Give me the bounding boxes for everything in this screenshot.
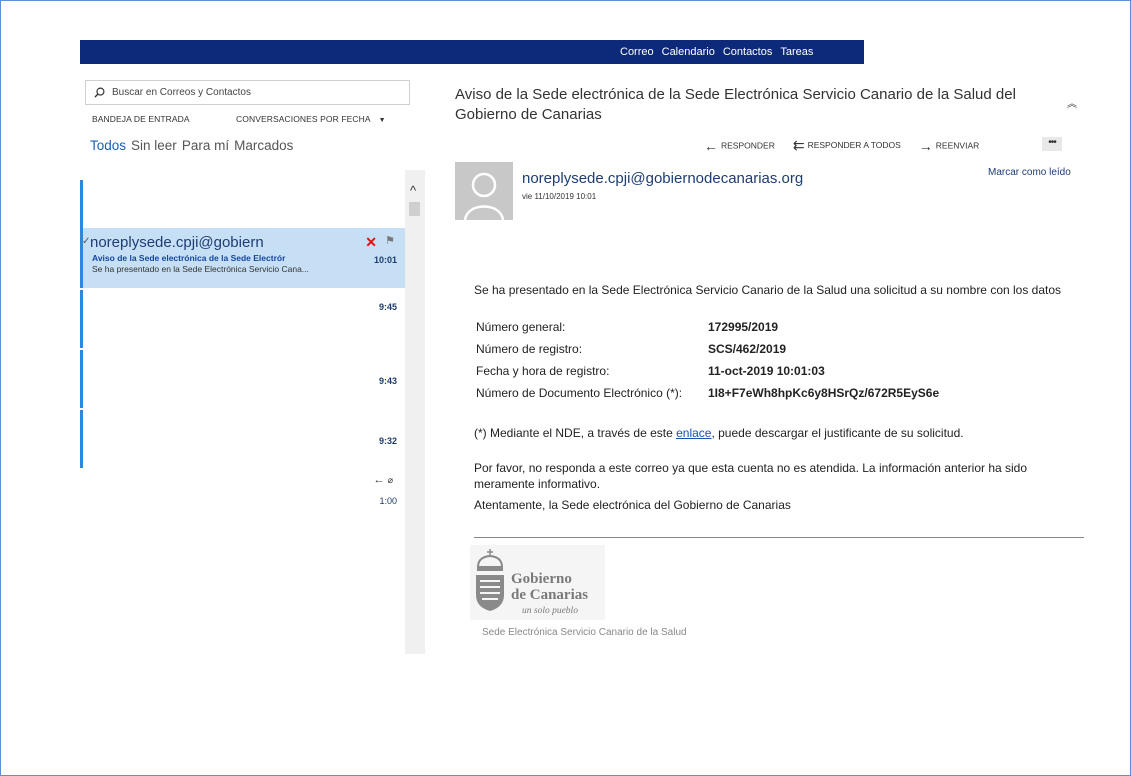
folder-name: BANDEJA DE ENTRADA — [92, 114, 190, 124]
message-intro: Se ha presentado en la Sede Electrónica … — [474, 283, 1062, 297]
person-icon — [463, 172, 505, 220]
filter-to-me[interactable]: Para mí — [182, 138, 229, 153]
flag-icon[interactable]: ⚑ — [385, 234, 395, 247]
forward-button[interactable]: → REENVIAR — [919, 138, 979, 154]
filter-all[interactable]: Todos — [90, 138, 126, 153]
list-item-time: 9:45 — [378, 302, 397, 312]
list-item-time: 9:43 — [378, 376, 397, 386]
field-value: 11-oct-2019 10:01:03 — [708, 364, 825, 378]
field-label: Número de registro: — [476, 342, 583, 356]
field-value: 1I8+F7eWh8hpKc6y8HSrQz/672R5EyS6e — [708, 386, 940, 400]
list-item[interactable]: 9:45 — [80, 290, 405, 348]
reply-icon: ← — [704, 137, 718, 154]
field-value: 172995/2019 — [708, 320, 779, 334]
nav-tasks[interactable]: Tareas — [780, 46, 813, 62]
search-icon — [94, 87, 105, 98]
field-label: Número de Documento Electrónico (*): — [476, 386, 683, 400]
message-list: ^ ✓ noreplysede.cpji@gobiern ✕ ⚑ Aviso d… — [80, 170, 425, 654]
search-input[interactable]: Buscar en Correos y Contactos — [85, 80, 410, 105]
nav-mail[interactable]: Correo — [620, 46, 654, 62]
gobierno-canarias-logo: Gobierno de Canarias un solo pueblo — [470, 545, 605, 620]
list-item-selected[interactable]: ✓ noreplysede.cpji@gobiern ✕ ⚑ Aviso de … — [80, 228, 405, 288]
field-label: Número general: — [476, 320, 566, 334]
filter-unread[interactable]: Sin leer — [131, 138, 177, 153]
avatar — [455, 162, 513, 220]
sort-label: CONVERSACIONES POR FECHA — [236, 114, 371, 124]
list-item-time: 10:01 — [373, 255, 397, 265]
list-item[interactable] — [80, 180, 405, 228]
list-item-sender: noreplysede.cpji@gobiern — [90, 234, 264, 251]
message-actions: ← RESPONDER ⇇ RESPONDER A TODOS → REENVIAR — [704, 137, 979, 154]
sender-address[interactable]: noreplysede.cpji@gobiernodecanarias.org — [522, 170, 803, 187]
mark-as-read-link[interactable]: Marcar como leído — [988, 167, 1071, 178]
field-label: Fecha y hora de registro: — [476, 364, 610, 378]
list-item[interactable]: 9:32 — [80, 410, 405, 468]
logo-line-2: de Canarias — [511, 587, 589, 603]
coat-of-arms-icon — [476, 549, 504, 611]
message-subject: Aviso de la Sede electrónica de la Sede … — [455, 86, 1016, 123]
nav-calendar[interactable]: Calendario — [662, 46, 715, 62]
nde-note: (*) Mediante el NDE, a través de este en… — [474, 426, 964, 440]
search-placeholder: Buscar en Correos y Contactos — [112, 87, 251, 98]
download-link[interactable]: enlace — [676, 426, 711, 440]
disclaimer-text: Por favor, no responda a este correo ya … — [474, 461, 1028, 491]
signature-text: Atentamente, la Sede electrónica del Gob… — [474, 498, 791, 512]
list-item-preview: Se ha presentado en la Sede Electrónica … — [92, 264, 309, 274]
logo-line-1: Gobierno — [511, 571, 572, 587]
list-scrollbar[interactable] — [405, 170, 425, 654]
nav-contacts[interactable]: Contactos — [723, 46, 773, 62]
reply-all-icon: ⇇ — [792, 137, 805, 153]
list-item[interactable]: ← ⌀ 1:00 — [80, 470, 405, 528]
footer-caption: Sede Electrónica Servicio Canario de la … — [482, 627, 687, 638]
folder-header: BANDEJA DE ENTRADA CONVERSACIONES POR FE… — [92, 114, 412, 128]
message-date: vie 11/10/2019 10:01 — [522, 192, 597, 201]
delete-icon[interactable]: ✕ — [365, 234, 377, 251]
app-nav: Correo Calendario Contactos Tareas — [620, 46, 813, 62]
list-item-time: 9:32 — [378, 436, 397, 446]
list-item-time: 1:00 — [379, 496, 397, 506]
scrollbar-thumb[interactable] — [409, 202, 420, 216]
list-item[interactable]: 9:43 — [80, 350, 405, 408]
divider — [474, 537, 1084, 538]
chevron-down-icon: ▼ — [378, 117, 386, 124]
list-item-subject: Aviso de la Sede electrónica de la Sede … — [92, 253, 286, 263]
filter-flagged[interactable]: Marcados — [234, 138, 293, 153]
sort-dropdown[interactable]: CONVERSACIONES POR FECHA ▼ — [236, 114, 386, 124]
collapse-icon[interactable]: ︽ — [1067, 95, 1077, 110]
field-value: SCS/462/2019 — [708, 342, 787, 356]
reply-all-button[interactable]: ⇇ RESPONDER A TODOS — [793, 137, 901, 154]
more-actions-button[interactable]: ••• — [1042, 137, 1062, 151]
reply-attachment-icons: ← ⌀ — [373, 474, 393, 486]
forward-icon: → — [918, 137, 933, 154]
filter-tabs: Todos Sin leer Para mí Marcados — [90, 138, 293, 153]
reply-button[interactable]: ← RESPONDER — [704, 138, 775, 154]
scroll-up-icon[interactable]: ^ — [410, 184, 416, 197]
logo-tagline: un solo pueblo — [522, 606, 578, 616]
